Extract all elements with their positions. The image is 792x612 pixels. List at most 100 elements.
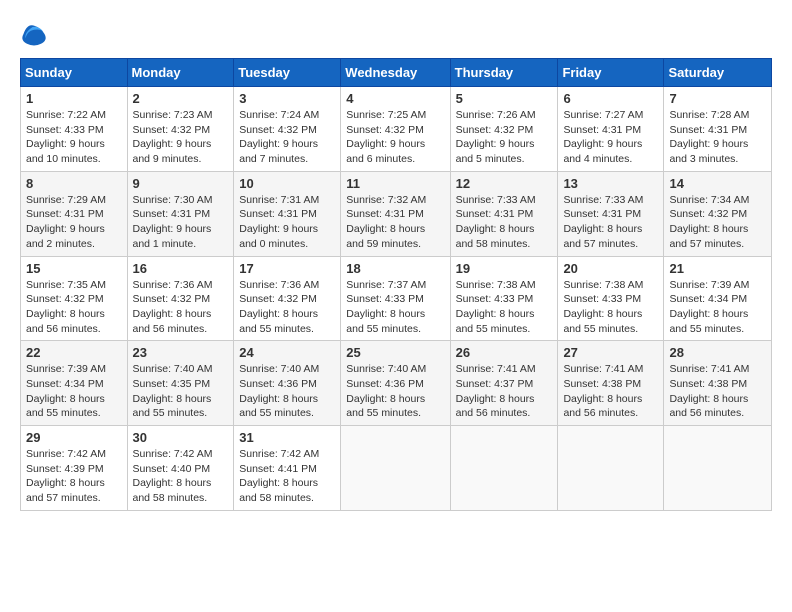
day-number: 28 [669,345,766,360]
calendar-cell: 24 Sunrise: 7:40 AM Sunset: 4:36 PM Dayl… [234,341,341,426]
cell-content: Sunrise: 7:38 AM Sunset: 4:33 PM Dayligh… [563,278,658,337]
day-number: 31 [239,430,335,445]
calendar-cell: 2 Sunrise: 7:23 AM Sunset: 4:32 PM Dayli… [127,87,234,172]
calendar-cell: 12 Sunrise: 7:33 AM Sunset: 4:31 PM Dayl… [450,171,558,256]
cell-content: Sunrise: 7:23 AM Sunset: 4:32 PM Dayligh… [133,108,229,167]
cell-content: Sunrise: 7:40 AM Sunset: 4:36 PM Dayligh… [239,362,335,421]
calendar-cell [558,426,664,511]
day-number: 7 [669,91,766,106]
calendar-cell: 18 Sunrise: 7:37 AM Sunset: 4:33 PM Dayl… [341,256,450,341]
day-number: 13 [563,176,658,191]
calendar-cell: 14 Sunrise: 7:34 AM Sunset: 4:32 PM Dayl… [664,171,772,256]
cell-content: Sunrise: 7:40 AM Sunset: 4:35 PM Dayligh… [133,362,229,421]
calendar-cell: 7 Sunrise: 7:28 AM Sunset: 4:31 PM Dayli… [664,87,772,172]
day-number: 19 [456,261,553,276]
cell-content: Sunrise: 7:39 AM Sunset: 4:34 PM Dayligh… [669,278,766,337]
day-number: 21 [669,261,766,276]
calendar-week-4: 22 Sunrise: 7:39 AM Sunset: 4:34 PM Dayl… [21,341,772,426]
cell-content: Sunrise: 7:26 AM Sunset: 4:32 PM Dayligh… [456,108,553,167]
column-header-thursday: Thursday [450,59,558,87]
day-number: 6 [563,91,658,106]
calendar-cell: 1 Sunrise: 7:22 AM Sunset: 4:33 PM Dayli… [21,87,128,172]
column-header-wednesday: Wednesday [341,59,450,87]
cell-content: Sunrise: 7:40 AM Sunset: 4:36 PM Dayligh… [346,362,444,421]
column-header-tuesday: Tuesday [234,59,341,87]
calendar-cell: 11 Sunrise: 7:32 AM Sunset: 4:31 PM Dayl… [341,171,450,256]
calendar-week-5: 29 Sunrise: 7:42 AM Sunset: 4:39 PM Dayl… [21,426,772,511]
day-number: 18 [346,261,444,276]
cell-content: Sunrise: 7:30 AM Sunset: 4:31 PM Dayligh… [133,193,229,252]
day-number: 8 [26,176,122,191]
cell-content: Sunrise: 7:28 AM Sunset: 4:31 PM Dayligh… [669,108,766,167]
calendar-cell: 15 Sunrise: 7:35 AM Sunset: 4:32 PM Dayl… [21,256,128,341]
cell-content: Sunrise: 7:41 AM Sunset: 4:38 PM Dayligh… [669,362,766,421]
page-header [20,16,772,48]
day-number: 27 [563,345,658,360]
calendar-week-2: 8 Sunrise: 7:29 AM Sunset: 4:31 PM Dayli… [21,171,772,256]
calendar-week-3: 15 Sunrise: 7:35 AM Sunset: 4:32 PM Dayl… [21,256,772,341]
calendar-cell [450,426,558,511]
calendar-cell: 16 Sunrise: 7:36 AM Sunset: 4:32 PM Dayl… [127,256,234,341]
day-number: 9 [133,176,229,191]
calendar-cell: 8 Sunrise: 7:29 AM Sunset: 4:31 PM Dayli… [21,171,128,256]
cell-content: Sunrise: 7:34 AM Sunset: 4:32 PM Dayligh… [669,193,766,252]
calendar-cell: 27 Sunrise: 7:41 AM Sunset: 4:38 PM Dayl… [558,341,664,426]
calendar-cell: 21 Sunrise: 7:39 AM Sunset: 4:34 PM Dayl… [664,256,772,341]
calendar-cell: 31 Sunrise: 7:42 AM Sunset: 4:41 PM Dayl… [234,426,341,511]
column-header-friday: Friday [558,59,664,87]
day-number: 29 [26,430,122,445]
day-number: 12 [456,176,553,191]
cell-content: Sunrise: 7:41 AM Sunset: 4:37 PM Dayligh… [456,362,553,421]
calendar-cell: 19 Sunrise: 7:38 AM Sunset: 4:33 PM Dayl… [450,256,558,341]
day-number: 1 [26,91,122,106]
calendar-cell: 6 Sunrise: 7:27 AM Sunset: 4:31 PM Dayli… [558,87,664,172]
cell-content: Sunrise: 7:36 AM Sunset: 4:32 PM Dayligh… [239,278,335,337]
cell-content: Sunrise: 7:37 AM Sunset: 4:33 PM Dayligh… [346,278,444,337]
cell-content: Sunrise: 7:31 AM Sunset: 4:31 PM Dayligh… [239,193,335,252]
calendar-cell: 5 Sunrise: 7:26 AM Sunset: 4:32 PM Dayli… [450,87,558,172]
calendar-cell [341,426,450,511]
column-header-monday: Monday [127,59,234,87]
day-number: 26 [456,345,553,360]
calendar-table: SundayMondayTuesdayWednesdayThursdayFrid… [20,58,772,511]
day-number: 11 [346,176,444,191]
cell-content: Sunrise: 7:36 AM Sunset: 4:32 PM Dayligh… [133,278,229,337]
calendar-cell: 10 Sunrise: 7:31 AM Sunset: 4:31 PM Dayl… [234,171,341,256]
day-number: 16 [133,261,229,276]
calendar-week-1: 1 Sunrise: 7:22 AM Sunset: 4:33 PM Dayli… [21,87,772,172]
day-number: 24 [239,345,335,360]
cell-content: Sunrise: 7:42 AM Sunset: 4:40 PM Dayligh… [133,447,229,506]
column-header-saturday: Saturday [664,59,772,87]
calendar-cell: 22 Sunrise: 7:39 AM Sunset: 4:34 PM Dayl… [21,341,128,426]
day-number: 5 [456,91,553,106]
calendar-cell: 25 Sunrise: 7:40 AM Sunset: 4:36 PM Dayl… [341,341,450,426]
cell-content: Sunrise: 7:24 AM Sunset: 4:32 PM Dayligh… [239,108,335,167]
cell-content: Sunrise: 7:25 AM Sunset: 4:32 PM Dayligh… [346,108,444,167]
calendar-cell: 26 Sunrise: 7:41 AM Sunset: 4:37 PM Dayl… [450,341,558,426]
cell-content: Sunrise: 7:41 AM Sunset: 4:38 PM Dayligh… [563,362,658,421]
logo-icon [20,20,48,48]
cell-content: Sunrise: 7:27 AM Sunset: 4:31 PM Dayligh… [563,108,658,167]
cell-content: Sunrise: 7:38 AM Sunset: 4:33 PM Dayligh… [456,278,553,337]
cell-content: Sunrise: 7:33 AM Sunset: 4:31 PM Dayligh… [563,193,658,252]
calendar-cell: 13 Sunrise: 7:33 AM Sunset: 4:31 PM Dayl… [558,171,664,256]
calendar-cell: 20 Sunrise: 7:38 AM Sunset: 4:33 PM Dayl… [558,256,664,341]
column-header-sunday: Sunday [21,59,128,87]
cell-content: Sunrise: 7:22 AM Sunset: 4:33 PM Dayligh… [26,108,122,167]
calendar-cell: 17 Sunrise: 7:36 AM Sunset: 4:32 PM Dayl… [234,256,341,341]
day-number: 3 [239,91,335,106]
day-number: 15 [26,261,122,276]
calendar-cell: 23 Sunrise: 7:40 AM Sunset: 4:35 PM Dayl… [127,341,234,426]
calendar-cell: 9 Sunrise: 7:30 AM Sunset: 4:31 PM Dayli… [127,171,234,256]
cell-content: Sunrise: 7:35 AM Sunset: 4:32 PM Dayligh… [26,278,122,337]
day-number: 14 [669,176,766,191]
calendar-cell: 30 Sunrise: 7:42 AM Sunset: 4:40 PM Dayl… [127,426,234,511]
day-number: 4 [346,91,444,106]
cell-content: Sunrise: 7:39 AM Sunset: 4:34 PM Dayligh… [26,362,122,421]
calendar-cell [664,426,772,511]
day-number: 25 [346,345,444,360]
day-number: 17 [239,261,335,276]
cell-content: Sunrise: 7:32 AM Sunset: 4:31 PM Dayligh… [346,193,444,252]
calendar-cell: 3 Sunrise: 7:24 AM Sunset: 4:32 PM Dayli… [234,87,341,172]
day-number: 10 [239,176,335,191]
